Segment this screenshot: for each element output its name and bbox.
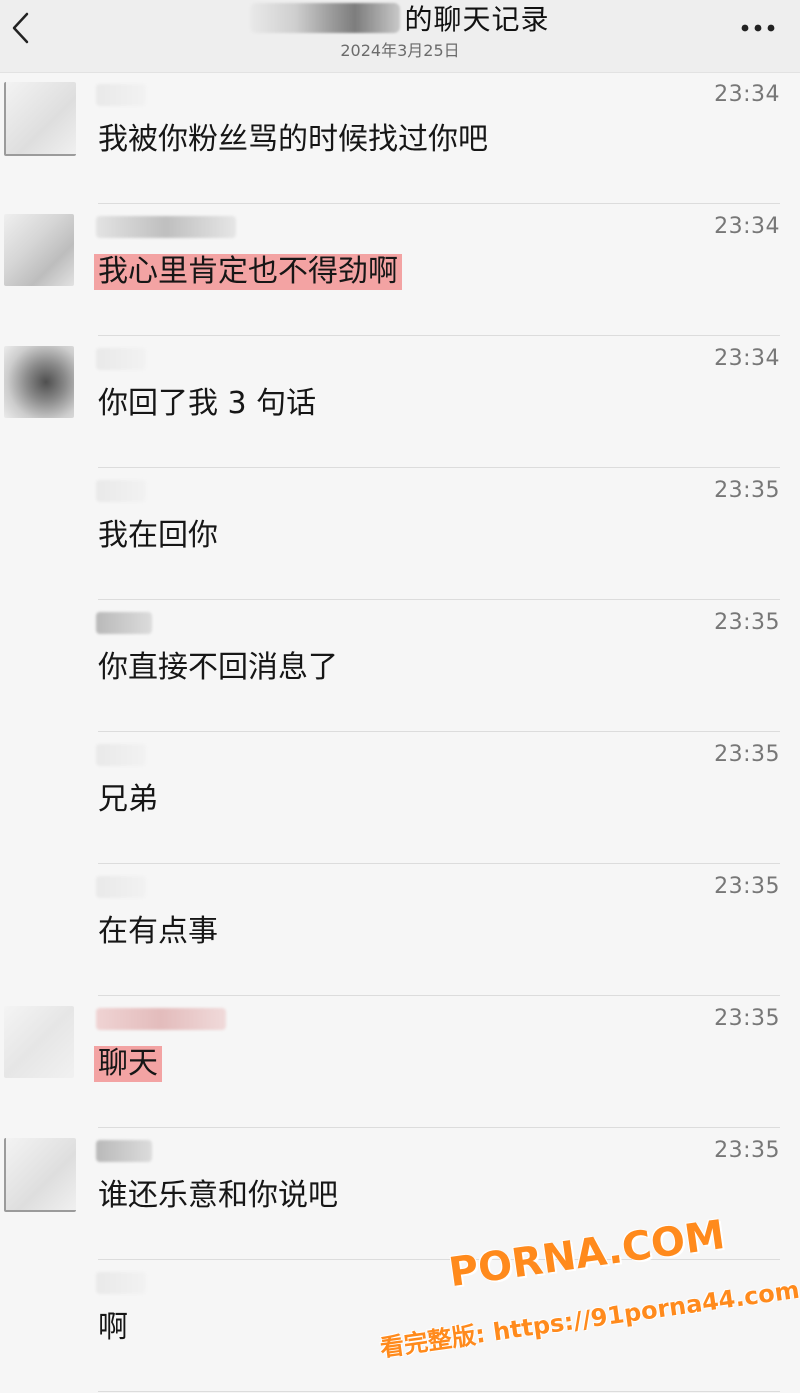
page-title: 的聊天记录 [404, 3, 550, 36]
avatar [4, 346, 74, 418]
chat-date: 2024年3月25日 [340, 41, 460, 60]
list-item: 23:34 我心里肯定也不得劲啊 [0, 204, 800, 336]
more-dots-icon [741, 24, 775, 32]
message-time: 23:35 [714, 742, 780, 767]
divider [98, 1391, 780, 1392]
sender-name-redacted [96, 1140, 152, 1162]
list-item: 23:35 你直接不回消息了 [0, 600, 800, 732]
message-text-highlighted: 我心里肯定也不得劲啊 [94, 254, 402, 290]
list-item: 23:34 你回了我 3 句话 [0, 336, 800, 468]
list-item: 23:35 在有点事 [0, 864, 800, 996]
message-time: 23:35 [714, 874, 780, 899]
list-item: 23:35 聊天 [0, 996, 800, 1128]
list-item: 23:34 我被你粉丝骂的时候找过你吧 [0, 72, 800, 204]
more-button[interactable] [734, 8, 782, 48]
avatar [4, 82, 76, 156]
message-time: 23:34 [714, 214, 780, 239]
sender-name-redacted [96, 84, 146, 106]
message-text: 谁还乐意和你说吧 [98, 1178, 338, 1213]
sender-name-redacted [96, 612, 152, 634]
list-item: 啊 [0, 1260, 800, 1392]
sender-name-redacted [96, 348, 146, 370]
blurred-contact-name [250, 3, 401, 33]
message-text: 你直接不回消息了 [98, 650, 338, 685]
list-item: 23:35 我在回你 [0, 468, 800, 600]
sender-name-redacted [96, 480, 146, 502]
message-time: 23:34 [714, 82, 780, 107]
avatar [4, 1138, 76, 1212]
message-text: 啊 [98, 1310, 128, 1345]
top-bar: 的聊天记录 2024年3月25日 [0, 0, 800, 73]
back-button[interactable] [0, 0, 40, 56]
message-text: 兄弟 [98, 782, 158, 817]
message-text-highlighted: 聊天 [94, 1046, 162, 1082]
message-text: 我在回你 [98, 518, 218, 553]
message-time: 23:35 [714, 478, 780, 503]
list-item: 23:35 兄弟 [0, 732, 800, 864]
chevron-left-icon [12, 12, 29, 44]
message-text: 我被你粉丝骂的时候找过你吧 [98, 122, 488, 157]
sender-name-redacted [96, 876, 146, 898]
message-text: 在有点事 [98, 914, 218, 949]
message-text: 你回了我 3 句话 [98, 386, 317, 421]
sender-name-redacted [96, 1272, 146, 1294]
sender-name-redacted [96, 216, 236, 238]
sender-name-redacted [96, 744, 146, 766]
message-time: 23:35 [714, 1138, 780, 1163]
avatar [4, 214, 74, 286]
title-block: 的聊天记录 2024年3月25日 [200, 0, 600, 61]
message-time: 23:35 [714, 1006, 780, 1031]
message-time: 23:35 [714, 610, 780, 635]
avatar [4, 1006, 74, 1078]
sender-name-redacted [96, 1008, 226, 1030]
chat-record-list[interactable]: 23:34 我被你粉丝骂的时候找过你吧 23:34 我心里肯定也不得劲啊 23:… [0, 72, 800, 1392]
message-time: 23:34 [714, 346, 780, 371]
list-item: 23:35 谁还乐意和你说吧 [0, 1128, 800, 1260]
